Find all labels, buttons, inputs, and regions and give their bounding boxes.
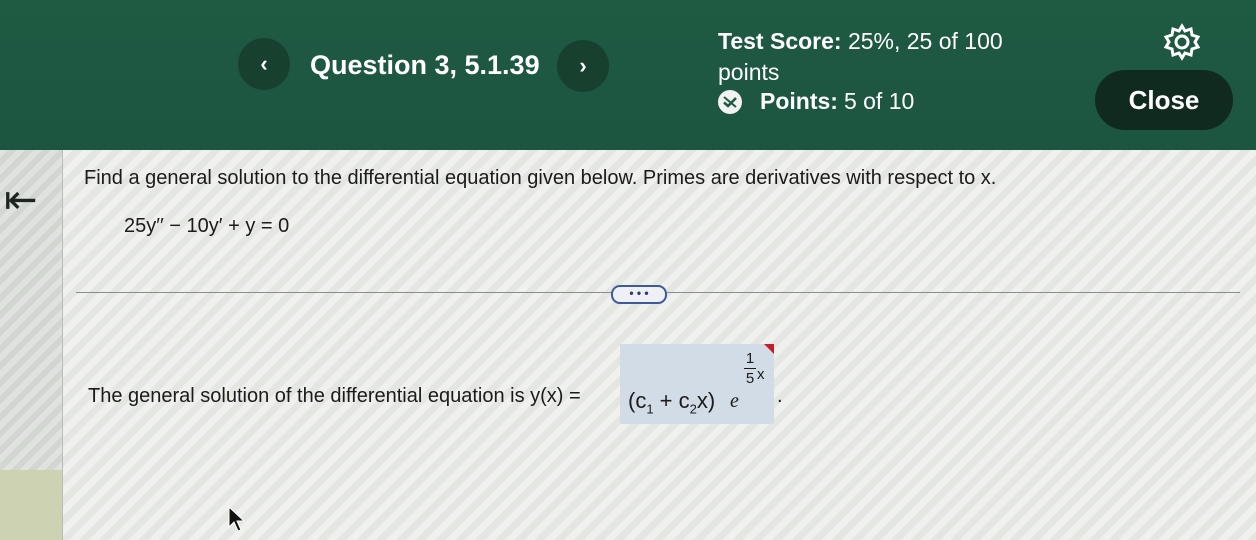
exponent-variable: x: [757, 366, 765, 383]
answer-expression: (c1 + c2x): [628, 388, 716, 417]
mouse-pointer-icon: [228, 505, 246, 532]
answer-prefix: The general solution of the differential…: [88, 385, 581, 407]
test-score: Test Score: 25%, 25 of 100 points: [718, 26, 1048, 88]
next-question-button[interactable]: ›: [557, 40, 609, 92]
points-value: 5 of 10: [843, 88, 915, 114]
partial-credit-icon: [718, 89, 742, 114]
question-prompt: Find a general solution to the different…: [84, 167, 997, 189]
exponential-base: e: [730, 390, 739, 412]
expand-button[interactable]: • • •: [611, 285, 667, 304]
points-label: Points:: [760, 88, 838, 114]
differential-equation: 25y′′ − 10y′ + y = 0: [124, 215, 290, 237]
back-arrow-icon[interactable]: ⇤: [4, 180, 38, 220]
header-bar: ‹ Question 3, 5.1.39 › Test Score: 25%, …: [0, 0, 1256, 150]
answer-period: .: [777, 385, 783, 407]
test-score-unit: points: [718, 59, 780, 85]
answer-field[interactable]: (c1 + c2x) e 1 5 x: [620, 344, 774, 424]
gear-icon[interactable]: [1162, 22, 1202, 62]
incorrect-marker-icon: [764, 344, 774, 354]
test-score-value: 25%, 25 of 100: [847, 28, 1003, 54]
question-points: Points: 5 of 10: [718, 88, 914, 115]
question-title: Question 3, 5.1.39: [310, 50, 540, 80]
close-button[interactable]: Close: [1095, 70, 1233, 130]
previous-question-button[interactable]: ‹: [238, 38, 290, 90]
sidebar-footer: [0, 470, 62, 540]
test-score-label: Test Score:: [718, 28, 842, 54]
exponent-fraction: 1 5: [744, 350, 756, 387]
